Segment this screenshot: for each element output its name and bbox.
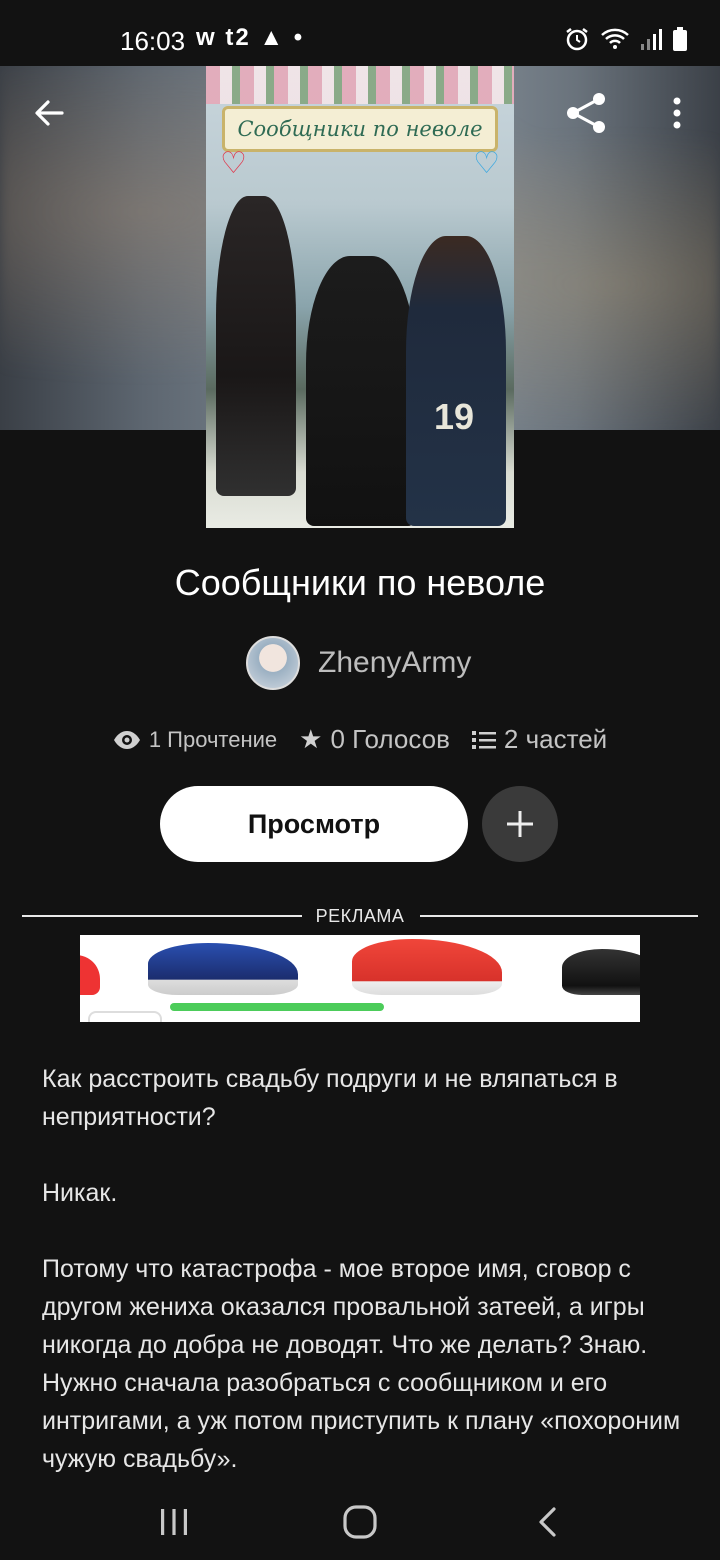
system-back-button[interactable] (526, 1500, 570, 1544)
back-button[interactable] (24, 88, 74, 138)
votes-count: 0 Голосов (330, 724, 450, 754)
status-bar: 16:03 w t2 ▲ • (0, 0, 720, 66)
recents-icon (161, 1509, 187, 1535)
cover-jersey-number: 19 (434, 396, 475, 437)
author-link[interactable]: ZhenyArmy (246, 636, 471, 690)
parts-stat: 2 частей (471, 724, 608, 755)
share-button[interactable] (562, 88, 612, 138)
ad-shoe-image (352, 939, 502, 995)
more-options-button[interactable] (652, 88, 702, 138)
ad-tab (88, 1011, 162, 1022)
ad-shoe-image (80, 955, 100, 995)
cover-figure (216, 196, 296, 496)
description-paragraph: Как расстроить свадьбу подруги и не вляп… (42, 1065, 618, 1131)
ad-shoe-image (148, 943, 298, 995)
story-description: Как расстроить свадьбу подруги и не вляп… (42, 1060, 682, 1516)
star-icon: ★ (299, 724, 323, 754)
reads-count: 1 Прочтение (148, 726, 278, 752)
cover-figure (306, 256, 416, 526)
book-cover[interactable]: Сообщники по неволе ♡ ♡ 19 (206, 66, 514, 528)
system-navigation-bar (0, 1482, 720, 1560)
recents-button[interactable] (152, 1500, 196, 1544)
heart-icon: ♡ (473, 147, 500, 180)
signal-icon (640, 26, 662, 58)
heart-icon: ♡ (220, 147, 247, 180)
battery-icon (672, 26, 688, 58)
nav-back-icon (539, 1507, 556, 1537)
description-paragraph: Потому что катастрофа - мое второе имя, … (42, 1255, 681, 1473)
ad-progress-bar (170, 1003, 384, 1011)
cover-title-banner: Сообщники по неволе (222, 106, 498, 152)
ad-divider-right (420, 915, 698, 917)
reads-stat: 1 Прочтение (113, 727, 277, 753)
ad-divider-left (22, 915, 302, 917)
more-vertical-icon (673, 97, 681, 129)
votes-stat: ★ 0 Голосов (299, 724, 450, 755)
system-icons (564, 26, 688, 58)
notification-icons: w t2 ▲ • (196, 24, 305, 51)
list-icon (471, 730, 496, 749)
avatar (246, 636, 300, 690)
author-name: ZhenyArmy (318, 646, 472, 679)
alarm-icon (564, 26, 590, 58)
home-button[interactable] (338, 1500, 382, 1544)
ad-banner[interactable] (80, 935, 640, 1022)
read-button[interactable]: Просмотр (160, 786, 468, 862)
story-stats: 1 Прочтение ★ 0 Голосов 2 частей (0, 724, 720, 755)
home-icon (343, 1505, 377, 1539)
eye-icon (113, 730, 140, 749)
parts-count: 2 частей (503, 724, 608, 754)
arrow-left-icon (35, 100, 64, 126)
plus-icon (507, 811, 533, 837)
ad-label: РЕКЛАМА (315, 906, 405, 926)
add-to-library-button[interactable] (482, 786, 558, 862)
share-icon (567, 93, 605, 133)
cover-figure (406, 236, 506, 526)
ad-shoe-image (562, 949, 640, 995)
description-paragraph: Никак. (42, 1179, 118, 1207)
cover-flowers-decoration (206, 66, 514, 104)
wifi-icon (600, 26, 630, 58)
status-time: 16:03 (120, 26, 186, 56)
book-title: Сообщники по неволе (174, 562, 546, 603)
